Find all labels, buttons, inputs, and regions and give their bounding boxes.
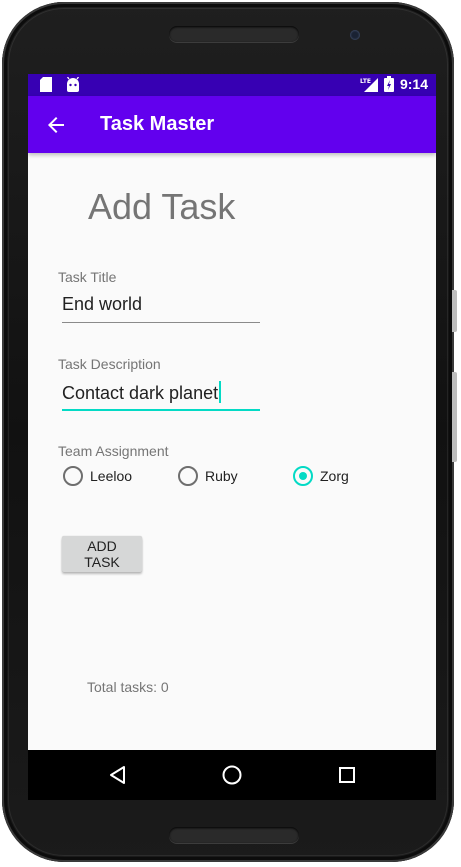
radio-leeloo-label: Leeloo xyxy=(90,468,133,484)
arrow-back-icon[interactable] xyxy=(44,113,68,137)
team-assignment-label: Team Assignment xyxy=(58,443,169,459)
radio-leeloo[interactable]: Leeloo xyxy=(63,466,132,486)
add-task-button[interactable]: ADD TASK xyxy=(62,536,142,572)
home-circle-icon[interactable] xyxy=(220,763,244,787)
android-icon xyxy=(66,77,80,92)
task-title-label: Task Title xyxy=(58,269,117,285)
bottom-speaker xyxy=(169,827,299,843)
app-title: Task Master xyxy=(100,113,215,135)
status-time: 9:14 xyxy=(399,76,428,92)
lte-signal-icon: LTE xyxy=(360,78,378,92)
task-description-value-wrap: Contact dark planet xyxy=(62,381,222,404)
radio-ruby-label: Ruby xyxy=(205,468,238,484)
radio-ruby-circle xyxy=(178,466,198,486)
radio-ruby[interactable]: Ruby xyxy=(178,466,238,486)
svg-text:LTE: LTE xyxy=(360,78,371,85)
back-triangle-icon[interactable] xyxy=(106,763,130,787)
device-screen: LTE 9:14 Task Master Add Task Task Title… xyxy=(28,74,436,800)
radio-zorg-label: Zorg xyxy=(320,468,349,484)
top-speaker xyxy=(169,26,299,42)
power-button[interactable] xyxy=(452,290,457,332)
text-cursor xyxy=(219,381,222,403)
total-tasks-count: Total tasks: 0 xyxy=(87,679,169,695)
task-description-value: Contact dark planet xyxy=(62,383,219,403)
recents-square-icon[interactable] xyxy=(335,763,359,787)
battery-charging-icon xyxy=(383,76,394,92)
app-bar: Task Master xyxy=(28,96,436,153)
task-description-label: Task Description xyxy=(58,356,161,372)
front-camera xyxy=(350,30,360,40)
navigation-bar xyxy=(28,750,436,800)
task-title-input[interactable]: End world xyxy=(62,288,260,323)
radio-leeloo-circle xyxy=(63,466,83,486)
radio-zorg[interactable]: Zorg xyxy=(293,466,349,486)
page-title: Add Task xyxy=(88,186,236,227)
task-title-value: End world xyxy=(62,294,143,314)
sd-card-icon xyxy=(40,77,52,92)
radio-zorg-circle xyxy=(293,466,313,486)
volume-button[interactable] xyxy=(452,372,457,462)
status-bar: LTE 9:14 xyxy=(28,74,436,96)
task-description-input[interactable]: Contact dark planet xyxy=(62,375,260,411)
